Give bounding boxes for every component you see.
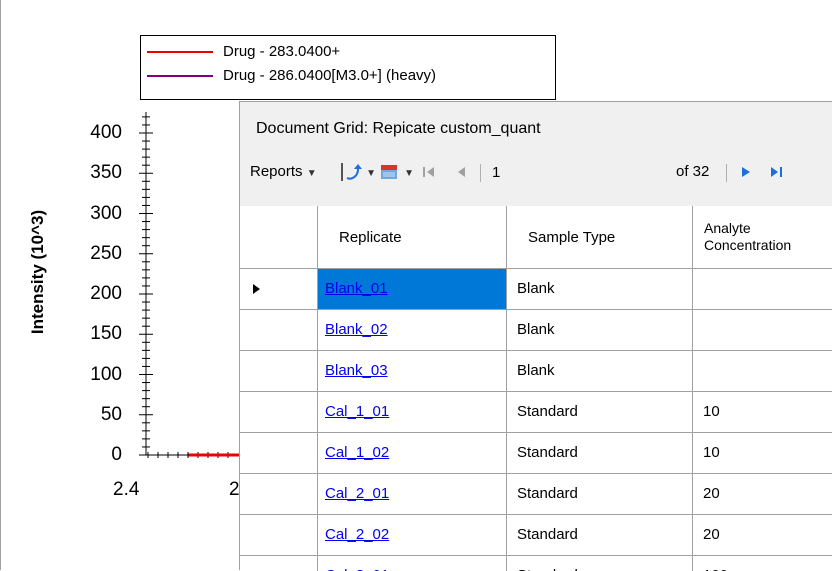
sample-type-cell[interactable]: Standard [507, 556, 693, 571]
concentration-cell[interactable] [693, 351, 832, 391]
replicate-link[interactable]: Blank_03 [325, 362, 388, 379]
legend-label: Drug - 283.0400+ [223, 43, 341, 60]
row-header-cell[interactable] [240, 310, 318, 350]
page-number-input[interactable] [492, 162, 562, 182]
toolbar-separator [726, 164, 727, 182]
replicate-link[interactable]: Cal_2_02 [325, 526, 389, 543]
grid-table: Replicate Sample Type Analyte Concentratio… [240, 206, 832, 571]
reports-dropdown[interactable]: Reports ▼ [250, 154, 317, 190]
table-row[interactable]: Cal_2_02 Standard 20 [240, 515, 832, 556]
replicate-cell[interactable]: Blank_01 [318, 269, 507, 309]
legend-swatch [147, 75, 213, 77]
sample-type-cell[interactable]: Blank [507, 269, 693, 309]
replicate-link[interactable]: Blank_01 [325, 280, 388, 297]
sample-type-cell[interactable]: Standard [507, 515, 693, 555]
concentration-cell[interactable] [693, 310, 832, 350]
replicate-cell[interactable]: Blank_03 [318, 351, 507, 391]
current-row-arrow-icon [253, 284, 260, 294]
page-total-label: of 32 [676, 163, 710, 180]
row-header-cell[interactable] [240, 433, 318, 473]
reports-label: Reports [250, 163, 303, 180]
legend-label: Drug - 286.0400[M3.0+] (heavy) [223, 67, 437, 84]
row-header-corner[interactable] [240, 206, 318, 268]
grid-header-row: Replicate Sample Type Analyte Concentratio… [240, 206, 832, 269]
concentration-cell[interactable]: 20 [693, 515, 832, 555]
row-header-cell[interactable] [240, 474, 318, 514]
replicate-link[interactable]: Cal_2_01 [325, 485, 389, 502]
layout-button[interactable]: ▼ [380, 154, 414, 190]
row-header-cell[interactable] [240, 392, 318, 432]
next-page-icon [742, 167, 750, 178]
replicate-link[interactable]: Cal_1_01 [325, 403, 389, 420]
document-grid-window[interactable]: Document Grid: Repicate custom_quant Rep… [239, 101, 832, 571]
concentration-cell[interactable]: 10 [693, 433, 832, 473]
column-header-replicate[interactable]: Replicate [318, 206, 507, 268]
columns-refresh-icon [341, 163, 362, 182]
grid-toolbar: Reports ▼ ▼ ▼ 1 of 32 [240, 154, 832, 190]
table-row[interactable]: Cal_1_02 Standard 10 [240, 433, 832, 474]
concentration-cell[interactable] [693, 269, 832, 309]
first-page-icon [423, 167, 434, 178]
sample-type-cell[interactable]: Standard [507, 474, 693, 514]
sample-type-cell[interactable]: Blank [507, 310, 693, 350]
next-page-button[interactable] [738, 154, 754, 190]
y-tick-label: 300 [90, 202, 122, 224]
x-tick-label: 2 [229, 479, 240, 500]
table-row[interactable]: Blank_03 Blank [240, 351, 832, 392]
y-tick-label: 50 [100, 403, 122, 425]
column-header-sample-type[interactable]: Sample Type [507, 206, 693, 268]
y-tick-label: 250 [90, 242, 122, 264]
choose-columns-button[interactable]: ▼ [338, 154, 376, 190]
table-row[interactable]: Cal_1_01 Standard 10 [240, 392, 832, 433]
replicate-cell[interactable]: Cal_1_02 [318, 433, 507, 473]
concentration-cell[interactable]: 10 [693, 392, 832, 432]
concentration-cell[interactable]: 20 [693, 474, 832, 514]
legend-swatch [147, 51, 213, 53]
table-row[interactable]: Blank_02 Blank [240, 310, 832, 351]
y-tick-label: 400 [90, 122, 122, 143]
y-tick-label: 0 [111, 444, 122, 465]
table-row[interactable]: Cal_3_01 Standard100 [240, 556, 832, 571]
last-page-button[interactable] [768, 154, 786, 190]
replicate-cell[interactable]: Cal_3_01 [318, 556, 507, 571]
replicate-link[interactable]: Cal_3_01 [325, 567, 389, 571]
y-tick-label: 100 [90, 363, 122, 385]
replicate-link[interactable]: Cal_1_02 [325, 444, 389, 461]
row-header-cell[interactable] [240, 515, 318, 555]
chevron-down-icon: ▼ [366, 168, 377, 179]
replicate-cell[interactable]: Cal_2_02 [318, 515, 507, 555]
chevron-down-icon: ▼ [404, 168, 415, 179]
toolbar-separator [480, 164, 481, 182]
y-axis-label-text: Intensity (10^3) [28, 209, 47, 335]
chevron-down-icon: ▼ [306, 168, 317, 179]
last-page-icon [771, 167, 782, 178]
table-row[interactable]: Cal_2_01 Standard 20 [240, 474, 832, 515]
row-header-cell[interactable] [240, 269, 318, 309]
chart-legend: Drug - 283.0400+ Drug - 286.0400[M3.0+] … [140, 35, 556, 100]
replicate-link[interactable]: Blank_02 [325, 321, 388, 338]
replicate-cell[interactable]: Cal_1_01 [318, 392, 507, 432]
first-page-button[interactable] [421, 154, 437, 190]
y-tick-label: 200 [90, 283, 122, 304]
concentration-cell[interactable]: 100 [693, 556, 832, 571]
column-header-analyte-concentration[interactable]: Analyte Concentration [693, 206, 832, 268]
row-header-cell[interactable] [240, 556, 318, 571]
y-tick-label: 150 [90, 323, 122, 345]
y-tick-label: 350 [90, 162, 122, 184]
sample-type-cell[interactable]: Standard [507, 433, 693, 473]
grid-title: Document Grid: Repicate custom_quant [256, 120, 541, 137]
previous-page-button[interactable] [454, 154, 470, 190]
previous-page-icon [458, 167, 465, 178]
replicate-cell[interactable]: Cal_2_01 [318, 474, 507, 514]
row-header-cell[interactable] [240, 351, 318, 391]
table-row[interactable]: Blank_01 Blank [240, 269, 832, 310]
layout-icon [381, 165, 397, 180]
sample-type-cell[interactable]: Standard [507, 392, 693, 432]
x-tick-label: 2.4 [113, 479, 140, 500]
sample-type-cell[interactable]: Blank [507, 351, 693, 391]
replicate-cell[interactable]: Blank_02 [318, 310, 507, 350]
